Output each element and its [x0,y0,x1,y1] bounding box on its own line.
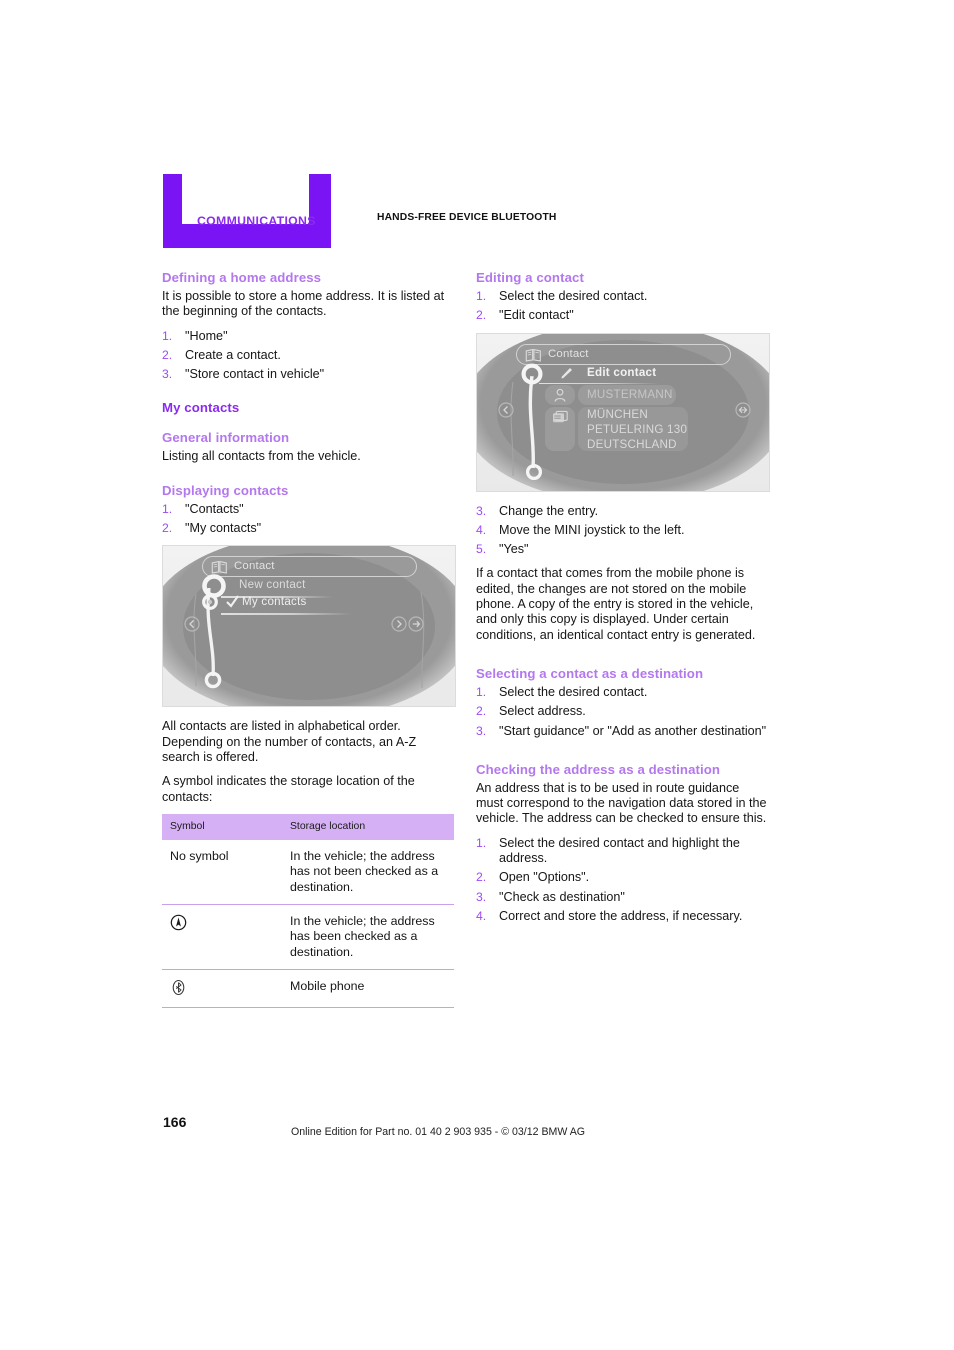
heading-editing-a-contact: Editing a contact [476,270,584,285]
selecting-destination-steps: Select the desired contact. Select addre… [476,685,768,739]
list-item: Create a contact. [162,347,281,364]
idrive-row-new-contact[interactable]: New contact [239,578,306,591]
navigation-checked-icon [170,914,187,931]
left-column: Defining a home address It is possible t… [162,270,456,1008]
idrive-screenshot-edit-contact: Contact Edit contact MUSTERMANN MÜNCHEN … [476,332,770,492]
storage-location-table: Symbol Storage location No symbol In the… [162,813,454,1008]
section-title: HANDS-FREE DEVICE BLUETOOTH [377,212,557,223]
defining-home-intro: It is possible to store a home address. … [162,289,445,319]
idrive-content: Contact Edit contact MUSTERMANN MÜNCHEN … [477,334,769,491]
options-arrow-icon[interactable] [408,616,424,632]
options-arrow-icon[interactable] [735,401,751,418]
list-item: Change the entry. [476,503,599,520]
idrive-row-divider [539,382,659,384]
displaying-contacts-steps: "Contacts" "My contacts" [162,502,454,537]
footer-copyright: Online Edition for Part no. 01 40 2 903 … [291,1126,586,1138]
table-body: No symbol In the vehicle; the address ha… [162,839,454,1008]
list-item: Select the desired contact and highlight… [476,835,740,866]
check-icon [226,595,239,609]
list-item: "Yes" [476,542,529,558]
cell-symbol-no-symbol: No symbol [162,839,282,906]
column-header-symbol: Symbol [162,813,282,840]
list-item: "My contacts" [162,521,262,537]
heading-my-contacts: My contacts [162,400,240,416]
idrive-contact-name[interactable]: MUSTERMANN [587,388,673,401]
list-item: Select the desired contact. [476,684,648,701]
heading-defining-home-address: Defining a home address [162,270,322,285]
page-number: 166 [163,1114,187,1130]
list-item: Select the desired contact. [476,289,648,305]
address-card-icon [553,410,568,422]
list-item: "Contacts" [162,501,244,518]
symbol-intro-text: A symbol indicates the storage location … [162,774,415,804]
table-header-row: Symbol Storage location [162,813,454,840]
heading-displaying-contacts: Displaying contacts [162,482,289,498]
checking-address-steps: Select the desired contact and highlight… [476,835,768,925]
list-item: Move the MINI joystick to the left. [476,522,685,539]
bluetooth-icon [172,980,185,996]
cell-symbol-bluetooth [162,969,282,1008]
checking-address-intro: An address that is to be used in route g… [476,780,767,826]
chapter-banner: COMMUNICATIONS [163,174,331,248]
editing-contact-note: If a contact that comes from the mobile … [476,566,756,642]
heading-checking-address-destination: Checking the address as a destination [476,761,721,777]
back-arrow-icon[interactable] [184,616,200,632]
list-item: Select address. [476,704,586,720]
defining-home-steps: "Home" Create a contact. "Store contact … [162,329,454,383]
idrive-content: Contact New contact My contacts [163,546,455,706]
editing-contact-steps-before: Select the desired contact. "Edit contac… [476,289,768,324]
column-header-storage-location: Storage location [282,813,454,840]
idrive-row-divider [221,613,351,615]
idrive-address-line-1[interactable]: MÜNCHEN [587,408,648,421]
right-column: Editing a contact Select the desired con… [476,270,770,933]
table-head: Symbol Storage location [162,813,454,840]
table-row: Mobile phone [162,969,454,1008]
idrive-row-my-contacts[interactable]: My contacts [242,595,307,608]
idrive-screenshot-contacts: Contact New contact My contacts [162,545,456,708]
idrive-address-line-3[interactable]: DEUTSCHLAND [587,438,677,451]
table-row: In the vehicle; the address has been che… [162,904,454,971]
cell-symbol-navigation [162,904,282,971]
editing-contact-steps-after: Change the entry. Move the MINI joystick… [476,504,768,558]
table-row: No symbol In the vehicle; the address ha… [162,839,454,906]
back-arrow-icon[interactable] [498,401,514,418]
heading-general-information: General information [162,430,290,446]
list-item: "Check as destination" [476,889,625,906]
list-item: "Home" [162,328,228,345]
list-item: Open "Options". [476,870,590,886]
list-item: "Start guidance" or "Add as another dest… [476,723,767,740]
person-icon [554,388,566,402]
heading-selecting-contact-destination: Selecting a contact as a destination [476,665,704,681]
idrive-address-line-2[interactable]: PETUELRING 130 [587,423,687,436]
pencil-icon [561,367,572,379]
cell-location-mobile-phone: Mobile phone [282,969,454,1008]
chapter-title: COMMUNICATIONS [197,214,316,228]
list-item: "Store contact in vehicle" [162,367,325,383]
list-item: "Edit contact" [476,308,574,324]
general-information-text: Listing all contacts from the vehicle. [162,449,361,464]
cell-location-not-checked: In the vehicle; the address has not been… [282,839,454,906]
forward-arrow-icon[interactable] [391,616,407,632]
idrive-menu-edit-contact[interactable]: Edit contact [587,366,656,379]
cell-location-checked: In the vehicle; the address has been che… [282,904,454,971]
contacts-order-text: All contacts are listed in alphabetical … [162,719,417,764]
list-item: Correct and store the address, if necess… [476,908,743,925]
